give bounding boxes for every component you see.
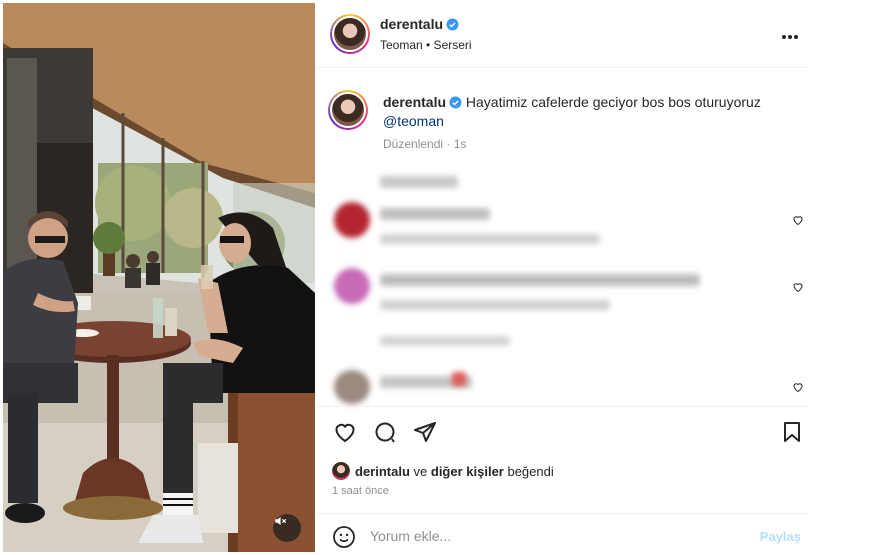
verified-badge-icon: [446, 18, 459, 31]
heart-icon[interactable]: [333, 420, 357, 444]
verified-badge-icon: [449, 96, 462, 109]
bookmark-icon[interactable]: [780, 420, 804, 444]
emoji-icon[interactable]: [332, 525, 356, 549]
comment-meta: [380, 234, 600, 244]
comment-like-icon[interactable]: [792, 214, 804, 226]
comment-icon[interactable]: [373, 420, 397, 444]
caption-avatar[interactable]: [328, 90, 368, 130]
post-comment-button[interactable]: Paylaş: [760, 529, 801, 544]
comment-like-icon[interactable]: [792, 281, 804, 293]
caption-body: Hayatimiz cafelerde geciyor bos bos otur…: [465, 94, 761, 110]
edited-label: Düzenlendi · 1s: [383, 137, 467, 151]
caption-username[interactable]: derentalu: [383, 94, 446, 110]
comment-like-icon[interactable]: [792, 381, 804, 393]
comment-meta: [380, 336, 510, 346]
liker-username[interactable]: derintalu: [355, 464, 410, 479]
likes-connector: ve: [409, 463, 431, 479]
speaker-muted-icon: [275, 516, 287, 526]
cafe-scene-image: [3, 3, 315, 552]
more-options-button[interactable]: [781, 24, 799, 45]
caption-text: derentalu Hayatimiz cafelerde geciyor bo…: [383, 93, 793, 131]
comment-meta: [380, 300, 610, 310]
username-text[interactable]: derentalu: [380, 16, 443, 32]
avatar[interactable]: [330, 14, 370, 54]
audio-label[interactable]: Teoman • Serseri: [380, 38, 472, 52]
post-timestamp[interactable]: 1 saat önce: [332, 485, 389, 497]
share-icon[interactable]: [413, 420, 437, 444]
post-photo[interactable]: [3, 3, 315, 552]
likes-others-link[interactable]: diğer kişiler: [431, 464, 504, 479]
likes-summary: derintalu ve diğer kişiler beğendi: [332, 462, 554, 480]
comment-avatar[interactable]: [334, 202, 370, 238]
comment-text: [380, 208, 490, 220]
mute-button[interactable]: [273, 514, 301, 542]
post-side-panel: derentalu Teoman • Serseri derentalu Hay…: [316, 0, 809, 555]
liker-avatar[interactable]: [332, 462, 350, 480]
comment-composer: Paylaş: [316, 513, 809, 555]
post-header: derentalu Teoman • Serseri: [316, 0, 809, 68]
comment-emoji: [452, 372, 466, 386]
more-horizontal-icon: [782, 35, 798, 39]
likes-suffix: beğendi: [503, 463, 554, 479]
header-username[interactable]: derentalu: [380, 16, 459, 32]
caption-mention-link[interactable]: @teoman: [383, 113, 444, 129]
comment-avatar[interactable]: [334, 268, 370, 304]
divider: [316, 406, 809, 407]
comment-text: [380, 274, 700, 286]
comment-avatar[interactable]: [334, 370, 370, 404]
comment-input[interactable]: [370, 526, 730, 546]
comment-placeholder: [380, 176, 458, 188]
